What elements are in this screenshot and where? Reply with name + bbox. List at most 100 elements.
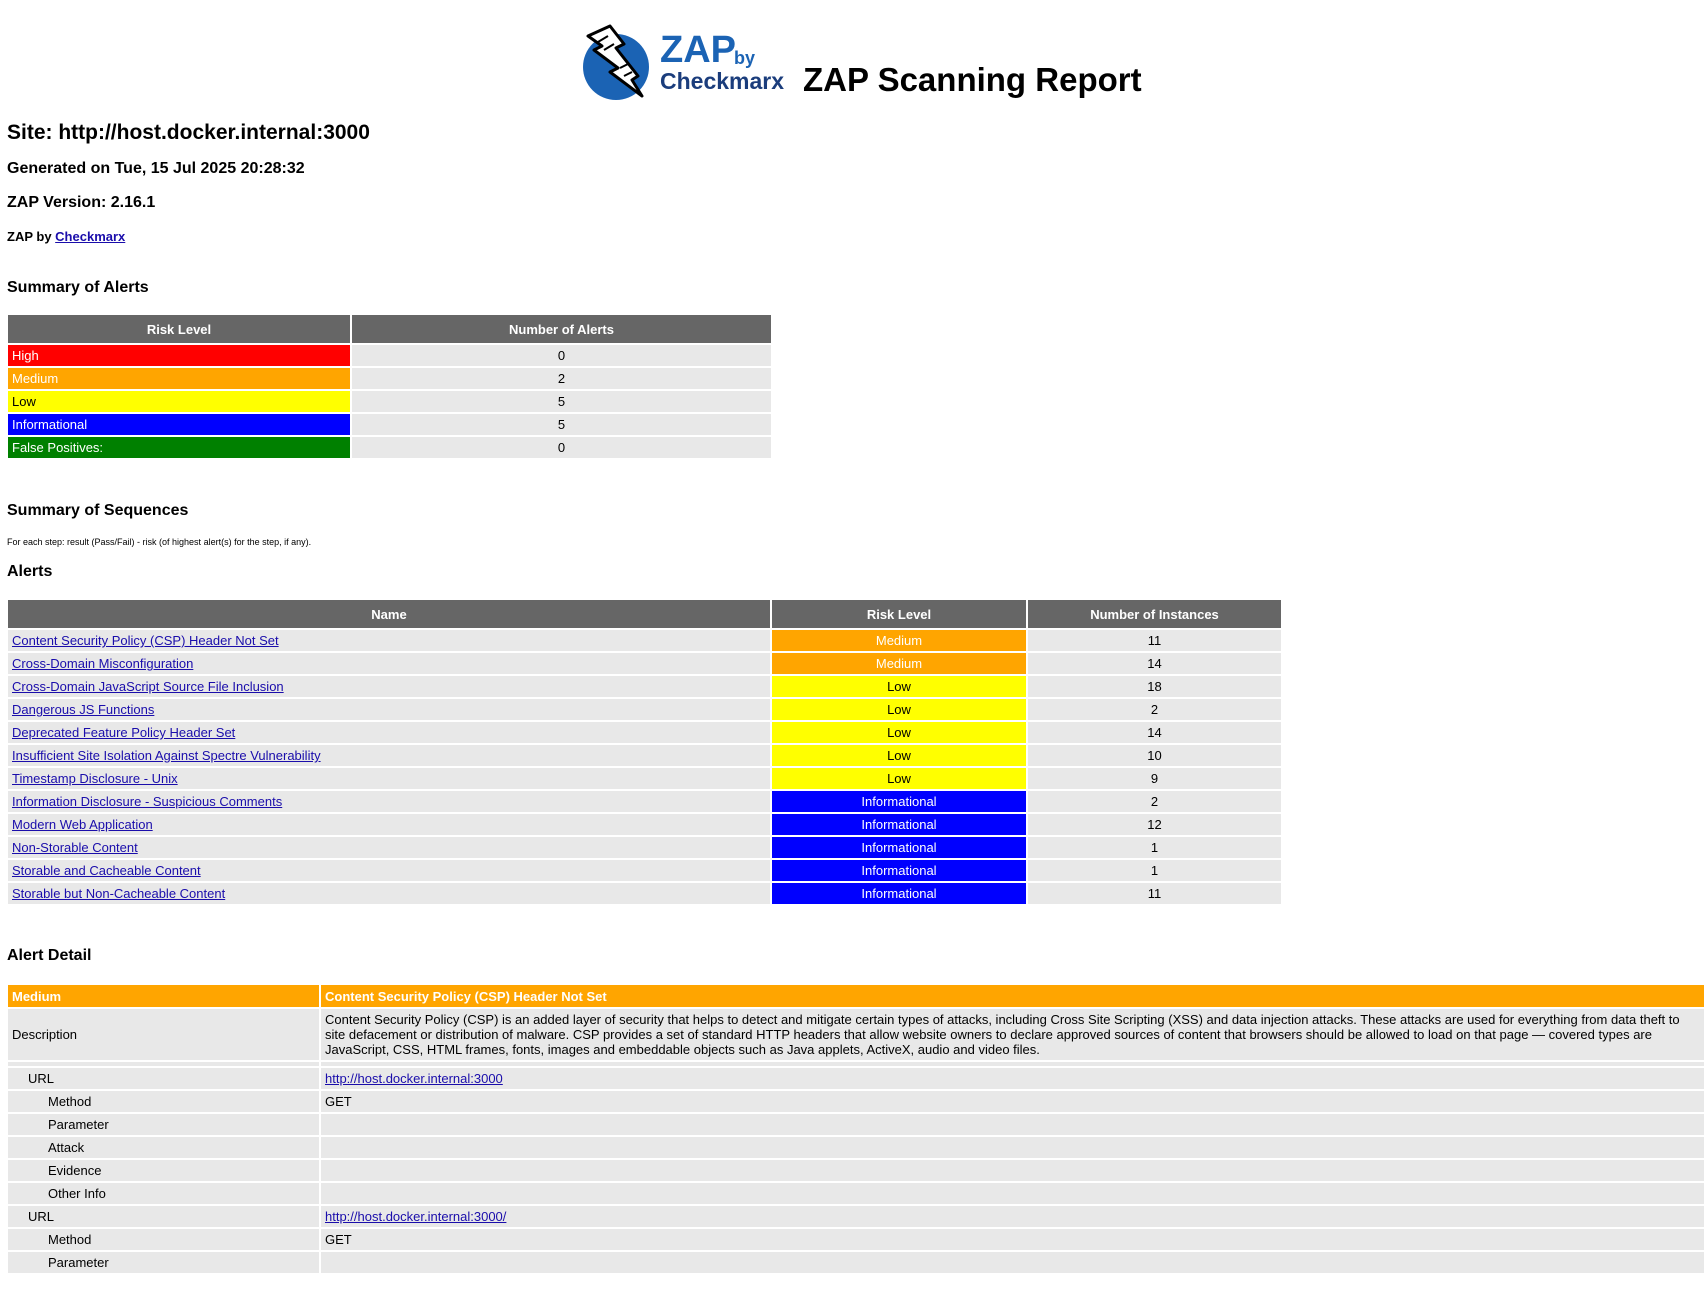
alert-name-cell: Modern Web Application [8, 814, 770, 835]
instance-field-row: Other Info [8, 1183, 1704, 1204]
alerts-header-name: Name [8, 600, 770, 628]
detail-risk-level: Medium [8, 985, 319, 1007]
instance-field-value: GET [321, 1229, 1704, 1250]
instance-url-row: URL http://host.docker.internal:3000/ [8, 1206, 1704, 1227]
lightning-bolt-icon [583, 24, 649, 100]
alert-instance-count: 1 [1028, 837, 1281, 858]
alert-name-cell: Timestamp Disclosure - Unix [8, 768, 770, 789]
instance-field-label: Parameter [8, 1252, 319, 1273]
alert-row: Timestamp Disclosure - Unix Low 9 [8, 768, 1281, 789]
instance-url-cell: http://host.docker.internal:3000/ [321, 1206, 1704, 1227]
summary-of-alerts-heading: Summary of Alerts [7, 279, 149, 296]
summary-row: High 0 [8, 345, 771, 366]
report-title: ZAP Scanning Report [803, 61, 1142, 98]
instance-field-label: Other Info [8, 1183, 319, 1204]
alert-name-link[interactable]: Timestamp Disclosure - Unix [12, 771, 178, 786]
alert-risk-level: Low [772, 768, 1026, 789]
instance-field-row: Parameter [8, 1114, 1704, 1135]
alert-name-cell: Information Disclosure - Suspicious Comm… [8, 791, 770, 812]
zap-by-prefix: ZAP by [7, 229, 56, 244]
summary-row: Low 5 [8, 391, 771, 412]
summary-alert-count: 5 [352, 414, 771, 435]
alert-instance-count: 18 [1028, 676, 1281, 697]
alert-name-cell: Dangerous JS Functions [8, 699, 770, 720]
alerts-header-risk: Risk Level [772, 600, 1026, 628]
alert-risk-level: Informational [772, 883, 1026, 904]
alert-risk-level: Low [772, 676, 1026, 697]
logo-checkmarx-text: Checkmarx [660, 68, 785, 94]
alert-instance-count: 10 [1028, 745, 1281, 766]
alert-instance-count: 2 [1028, 791, 1281, 812]
alert-name-link[interactable]: Non-Storable Content [12, 840, 138, 855]
alert-risk-level: Informational [772, 837, 1026, 858]
description-label: Description [8, 1009, 319, 1060]
alert-risk-level: Informational [772, 860, 1026, 881]
logo-by-text: by [734, 48, 756, 68]
summary-header-count: Number of Alerts [352, 315, 771, 343]
summary-risk-level: Informational [8, 414, 350, 435]
instance-field-row: Evidence [8, 1160, 1704, 1181]
instance-field-label: Method [8, 1229, 319, 1250]
instance-field-label: Attack [8, 1137, 319, 1158]
detail-description-row: Description Content Security Policy (CSP)… [8, 1009, 1704, 1060]
zap-by-line: ZAP by Checkmarx [7, 229, 125, 244]
alert-name-link[interactable]: Cross-Domain JavaScript Source File Incl… [12, 679, 284, 694]
alert-instance-count: 9 [1028, 768, 1281, 789]
alert-detail-heading: Alert Detail [7, 947, 92, 964]
alert-detail-table: Medium Content Security Policy (CSP) Head… [6, 983, 1706, 1275]
zap-logo: ZAP by Checkmarx [580, 22, 790, 100]
instance-field-label: Evidence [8, 1160, 319, 1181]
alert-name-link[interactable]: Information Disclosure - Suspicious Comm… [12, 794, 282, 809]
alert-name-link[interactable]: Storable but Non-Cacheable Content [12, 886, 225, 901]
alert-risk-level: Informational [772, 791, 1026, 812]
instance-url-link[interactable]: http://host.docker.internal:3000 [325, 1071, 503, 1086]
summary-of-sequences-heading: Summary of Sequences [7, 502, 189, 519]
alert-instance-count: 12 [1028, 814, 1281, 835]
instance-url-label: URL [8, 1206, 319, 1227]
zap-version: ZAP Version: 2.16.1 [7, 194, 156, 211]
instance-field-value [321, 1183, 1704, 1204]
alert-row: Cross-Domain Misconfiguration Medium 14 [8, 653, 1281, 674]
alert-row: Insufficient Site Isolation Against Spec… [8, 745, 1281, 766]
logo-zap-text: ZAP [660, 29, 736, 71]
alert-row: Dangerous JS Functions Low 2 [8, 699, 1281, 720]
report-header: ZAP by Checkmarx ZAP Scanning Report [0, 18, 1706, 108]
alert-row: Content Security Policy (CSP) Header Not… [8, 630, 1281, 651]
checkmarx-link[interactable]: Checkmarx [55, 229, 125, 244]
alert-risk-level: Low [772, 699, 1026, 720]
alert-name-link[interactable]: Dangerous JS Functions [12, 702, 154, 717]
instance-field-value [321, 1114, 1704, 1135]
alert-instance-count: 2 [1028, 699, 1281, 720]
instance-field-row: Method GET [8, 1229, 1704, 1250]
alert-name-cell: Storable but Non-Cacheable Content [8, 883, 770, 904]
instance-field-value [321, 1137, 1704, 1158]
summary-risk-level: Low [8, 391, 350, 412]
instance-field-row: Parameter [8, 1252, 1704, 1273]
alert-name-cell: Cross-Domain Misconfiguration [8, 653, 770, 674]
alert-row: Cross-Domain JavaScript Source File Incl… [8, 676, 1281, 697]
alert-row: Storable but Non-Cacheable Content Inform… [8, 883, 1281, 904]
alert-instance-count: 11 [1028, 883, 1281, 904]
alert-name-link[interactable]: Content Security Policy (CSP) Header Not… [12, 633, 279, 648]
alerts-heading: Alerts [7, 563, 53, 580]
alert-name-cell: Cross-Domain JavaScript Source File Incl… [8, 676, 770, 697]
alert-instance-count: 14 [1028, 722, 1281, 743]
summary-header-risk: Risk Level [8, 315, 350, 343]
alerts-header-instances: Number of Instances [1028, 600, 1281, 628]
alert-name-link[interactable]: Insufficient Site Isolation Against Spec… [12, 748, 321, 763]
detail-header-row: Medium Content Security Policy (CSP) Head… [8, 985, 1704, 1007]
alert-row: Modern Web Application Informational 12 [8, 814, 1281, 835]
spacer-cell [321, 1062, 1704, 1066]
instance-field-value [321, 1160, 1704, 1181]
instance-url-link[interactable]: http://host.docker.internal:3000/ [325, 1209, 506, 1224]
alert-name-link[interactable]: Cross-Domain Misconfiguration [12, 656, 193, 671]
instance-url-row: URL http://host.docker.internal:3000 [8, 1068, 1704, 1089]
alert-name-link[interactable]: Deprecated Feature Policy Header Set [12, 725, 235, 740]
alert-instance-count: 11 [1028, 630, 1281, 651]
instance-field-row: Method GET [8, 1091, 1704, 1112]
alert-name-link[interactable]: Modern Web Application [12, 817, 153, 832]
alert-risk-level: Low [772, 722, 1026, 743]
alert-name-link[interactable]: Storable and Cacheable Content [12, 863, 201, 878]
generated-date: Generated on Tue, 15 Jul 2025 20:28:32 [7, 160, 305, 177]
alert-name-cell: Deprecated Feature Policy Header Set [8, 722, 770, 743]
